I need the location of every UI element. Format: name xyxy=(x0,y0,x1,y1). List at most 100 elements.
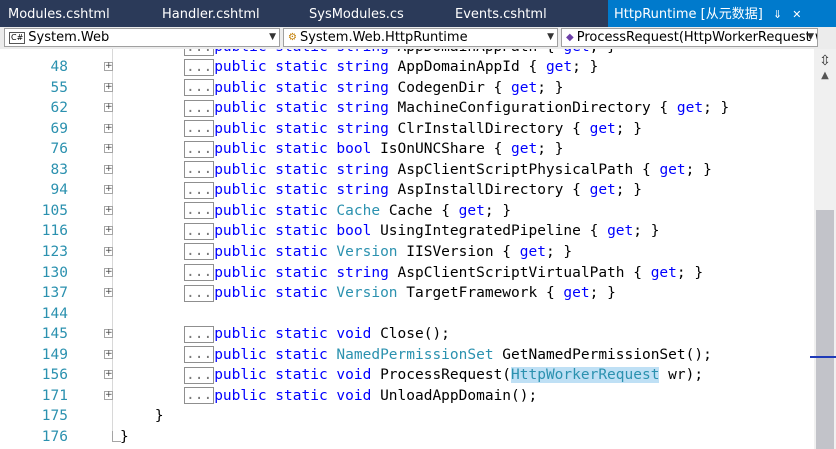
collapsed-region-box[interactable]: ... xyxy=(184,161,215,179)
code-text: ... public static Version IISVersion { ge… xyxy=(184,242,572,262)
code-token: public static bool xyxy=(214,223,381,240)
highlighted-type[interactable]: HttpWorkerRequest xyxy=(511,367,660,384)
code-text: ... public static Cache Cache { get; } xyxy=(184,201,511,221)
expand-outline-icon[interactable]: + xyxy=(104,370,113,380)
collapsed-region-box[interactable]: ... xyxy=(184,325,215,343)
code-token: public static void xyxy=(214,367,381,384)
line-number: 48 xyxy=(50,59,68,75)
expand-outline-icon[interactable]: + xyxy=(104,205,113,215)
expand-outline-icon[interactable]: + xyxy=(104,329,113,339)
project-dropdown-label: System.Web xyxy=(28,30,110,45)
code-token: ; } xyxy=(676,264,704,281)
expand-outline-icon[interactable]: + xyxy=(104,390,113,400)
splitter-icon[interactable]: ⇳ xyxy=(817,54,833,68)
code-token: AppDomainAppId { xyxy=(397,59,546,75)
collapsed-region-box[interactable]: ... xyxy=(184,202,215,220)
code-token: ; } xyxy=(685,161,712,178)
expand-outline-icon[interactable]: + xyxy=(104,349,113,359)
expand-outline-icon[interactable]: + xyxy=(104,103,113,113)
expand-outline-icon[interactable]: + xyxy=(104,226,113,236)
code-token: public static string xyxy=(214,79,398,96)
type-dropdown[interactable]: ⚙ System.Web.HttpRuntime ▼ xyxy=(283,28,558,47)
collapsed-region-box[interactable]: ... xyxy=(184,58,215,76)
line-number: 156 xyxy=(41,367,68,384)
tab-sysmodules-cs[interactable]: SysModules.cs xyxy=(309,0,404,27)
code-line: 116 +... public static bool UsingIntegrate… xyxy=(0,221,814,241)
code-token: ClrInstallDirectory { xyxy=(397,120,590,137)
tab-httpruntime-label: HttpRuntime [从元数据] xyxy=(614,7,763,22)
line-number: 144 xyxy=(41,305,68,322)
expand-outline-icon[interactable]: + xyxy=(104,267,113,277)
code-token: get xyxy=(589,182,616,199)
code-token: get xyxy=(589,120,616,137)
code-token: ; } xyxy=(633,223,660,240)
collapsed-region-box[interactable]: ... xyxy=(184,140,215,158)
code-text: ... public static void ProcessRequest(Htt… xyxy=(184,365,703,385)
expand-outline-icon[interactable]: + xyxy=(104,164,113,174)
collapsed-region-box[interactable]: ... xyxy=(184,243,215,261)
expand-outline-icon[interactable]: + xyxy=(104,123,113,133)
code-token: Cache xyxy=(336,202,389,219)
code-line: 48 +... public static string AppDomainAppI… xyxy=(0,57,814,77)
code-token: AspClientScriptPhysicalPath { xyxy=(397,161,660,178)
code-token: public static xyxy=(214,285,337,302)
collapsed-region-box[interactable]: ... xyxy=(184,120,215,138)
code-text: ... public static string AspClientScriptV… xyxy=(184,263,703,283)
code-text: ... public static string CodegenDir { get… xyxy=(184,78,563,98)
collapsed-region-box[interactable]: ... xyxy=(184,366,215,384)
document-tab-strip: Modules.cshtml Handler.cshtml SysModules… xyxy=(0,0,836,27)
code-token: get xyxy=(511,141,538,158)
code-token: get xyxy=(607,223,634,240)
code-text: ... public static string ClrInstallDirect… xyxy=(184,119,642,139)
code-token: public static void xyxy=(214,326,381,343)
code-token: public static string xyxy=(214,161,398,178)
code-token: get xyxy=(511,79,538,96)
expand-outline-icon[interactable]: + xyxy=(104,288,113,298)
code-editor[interactable]: ...public static string AppDomainAppPath… xyxy=(0,49,814,449)
pin-icon[interactable]: ⇓ xyxy=(773,0,782,29)
code-text: } xyxy=(120,406,164,426)
collapsed-region-box[interactable]: ... xyxy=(184,222,215,240)
code-token: } xyxy=(120,408,164,425)
expand-outline-icon[interactable]: + xyxy=(104,185,113,195)
close-icon[interactable]: ✕ xyxy=(792,0,801,29)
collapsed-region-box[interactable]: ... xyxy=(184,181,215,199)
code-token: NamedPermissionSet xyxy=(336,346,503,363)
code-line: 83 +... public static string AspClientScri… xyxy=(0,160,814,180)
collapsed-region-box[interactable]: ... xyxy=(184,387,215,405)
code-text: ... public static Version TargetFramework… xyxy=(184,283,616,303)
scrollbar-thumb[interactable] xyxy=(816,210,834,449)
collapsed-region-box[interactable]: ... xyxy=(184,264,215,281)
line-number: 176 xyxy=(41,428,68,445)
expand-outline-icon[interactable]: + xyxy=(104,82,113,92)
expand-outline-icon[interactable]: + xyxy=(104,62,113,71)
collapsed-region-box[interactable]: ... xyxy=(184,284,215,302)
code-token: public static string xyxy=(214,100,398,117)
collapsed-region-box[interactable]: ... xyxy=(184,79,215,97)
member-dropdown[interactable]: ◆ ProcessRequest(HttpWorkerRequest w ▼ xyxy=(561,28,818,47)
tab-events-cshtml[interactable]: Events.cshtml xyxy=(455,0,547,27)
collapsed-region-box[interactable]: ... xyxy=(184,99,215,117)
scroll-up-icon[interactable]: ▲ xyxy=(817,70,833,84)
collapsed-region-box[interactable]: ... xyxy=(184,346,215,364)
expand-outline-icon[interactable]: + xyxy=(104,246,113,256)
code-token: public static xyxy=(214,202,337,219)
project-dropdown[interactable]: C# System.Web ▼ xyxy=(4,28,280,47)
tab-modules-cshtml[interactable]: Modules.cshtml xyxy=(8,0,110,27)
line-number: 94 xyxy=(50,182,68,199)
tab-httpruntime[interactable]: HttpRuntime [从元数据] ⇓ ✕ xyxy=(608,0,836,27)
csharp-project-icon: C# xyxy=(9,32,26,44)
code-token: wr); xyxy=(659,367,704,384)
code-text: } xyxy=(120,427,129,447)
code-line: 123 +... public static Version IISVersion … xyxy=(0,242,814,262)
code-token: public static bool xyxy=(214,141,381,158)
code-text: ... public static string MachineConfigura… xyxy=(184,98,729,118)
code-line: 144 xyxy=(0,304,814,324)
code-token: TargetFramework { xyxy=(406,285,564,302)
code-token: UnloadAppDomain(); xyxy=(380,387,538,404)
tab-handler-cshtml[interactable]: Handler.cshtml xyxy=(162,0,260,27)
expand-outline-icon[interactable]: + xyxy=(104,144,113,154)
line-number: 116 xyxy=(41,223,68,240)
code-token: get xyxy=(563,285,590,302)
code-token: ProcessRequest( xyxy=(380,367,512,384)
